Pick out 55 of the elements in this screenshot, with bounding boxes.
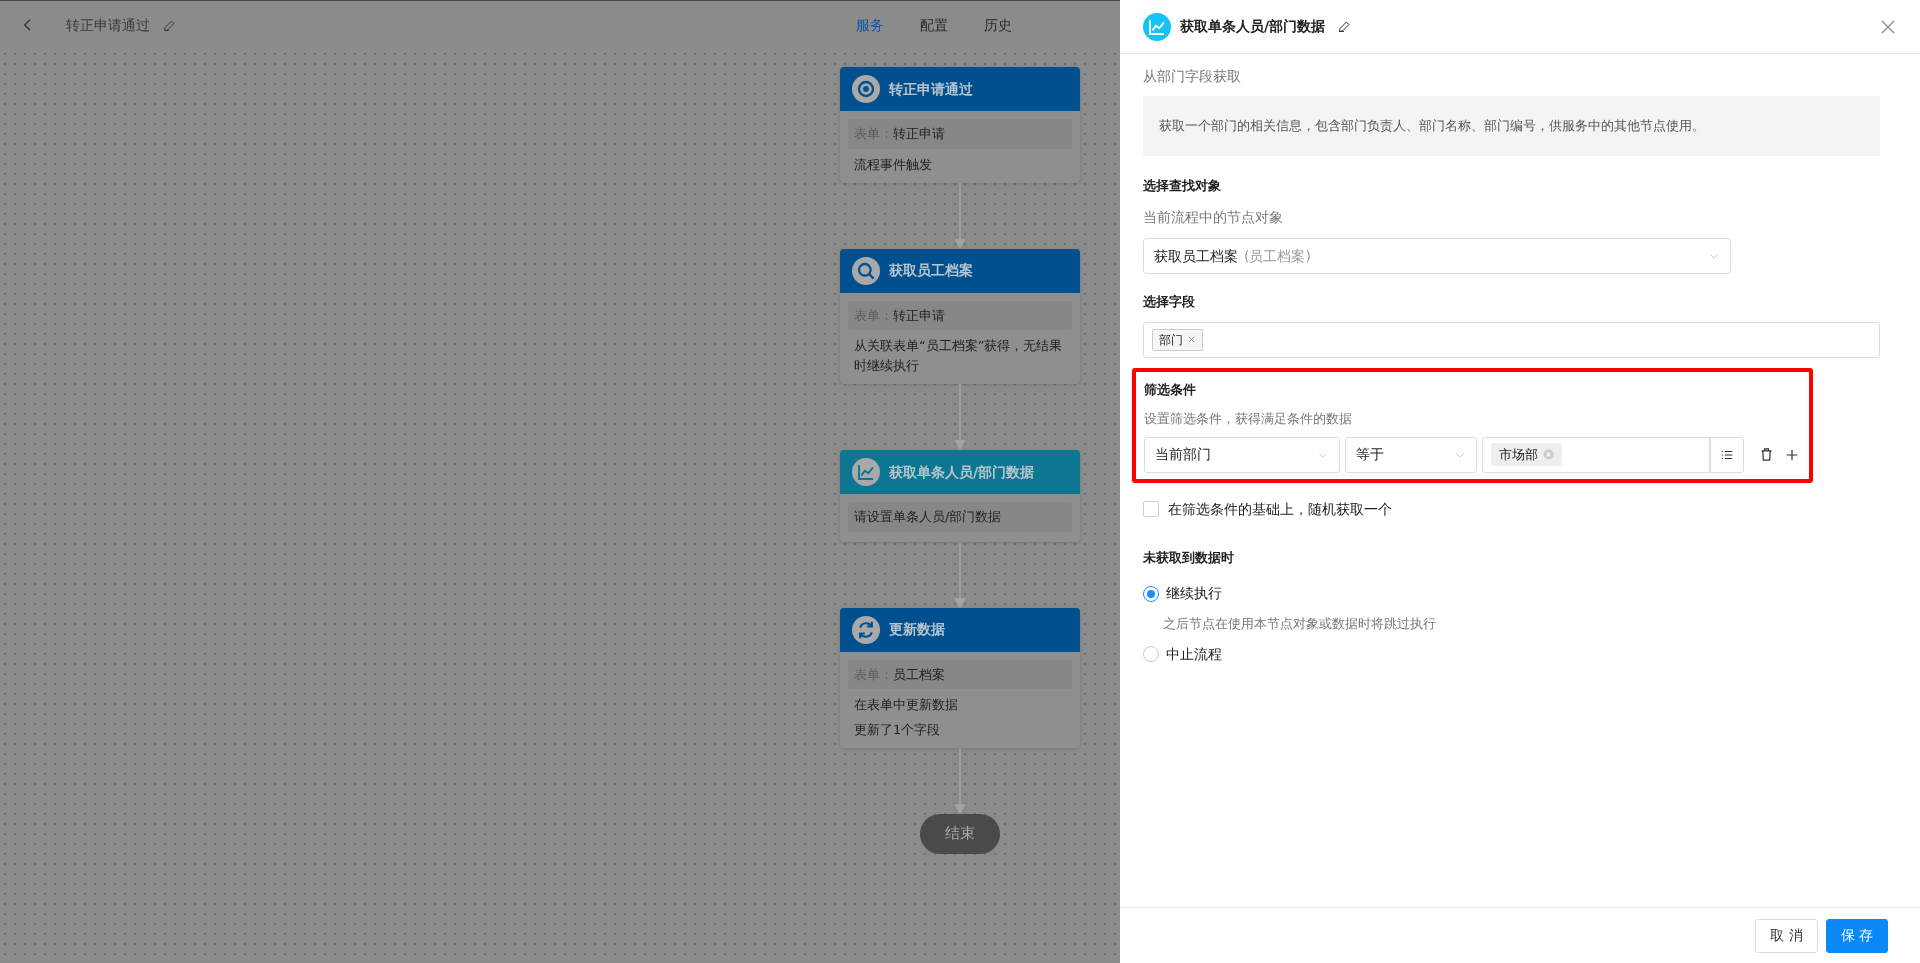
- select-value: 当前部门: [1155, 445, 1211, 464]
- target-icon: [852, 75, 880, 103]
- node-title: 更新数据: [889, 620, 945, 640]
- refresh-icon: [852, 615, 880, 644]
- tag-label: 市场部: [1499, 445, 1538, 464]
- section-title: 筛选条件: [1144, 380, 1197, 399]
- node-title: 获取单条人员/部门数据: [889, 462, 1035, 482]
- connector-arrow: [954, 541, 966, 608]
- node-description: 更新了1个字段: [853, 720, 942, 739]
- tab[interactable]: 历史: [984, 14, 1012, 36]
- tab[interactable]: 配置: [920, 14, 948, 36]
- field-select[interactable]: 部门: [1143, 321, 1880, 358]
- panel-subtitle: 从部门字段获取: [1143, 67, 1242, 86]
- list-button[interactable]: [1710, 436, 1744, 473]
- section-title: 未获取到数据时: [1143, 548, 1235, 567]
- connector-arrow: [954, 384, 966, 451]
- value-field[interactable]: 市场部: [1482, 436, 1710, 473]
- checkbox[interactable]: [1143, 501, 1159, 517]
- close-icon[interactable]: [1187, 335, 1196, 344]
- description-text: 获取一个部门的相关信息，包含部门负责人、部门名称、部门编号，供服务中的其他节点使用。: [1143, 96, 1880, 156]
- object-select[interactable]: 获取员工档案 (员工档案): [1143, 238, 1731, 274]
- save-button[interactable]: 保 存: [1825, 918, 1888, 953]
- node-description: 在表单中更新数据: [853, 696, 959, 715]
- connector-arrow: [954, 182, 966, 249]
- select-value: 等于: [1356, 445, 1384, 464]
- operator-select[interactable]: 等于: [1345, 436, 1477, 473]
- node-description: 流程事件触发: [853, 155, 933, 174]
- end-node: 结束: [920, 813, 1000, 854]
- section-hint: 设置筛选条件，获得满足条件的数据: [1144, 410, 1353, 428]
- node-title: 转正申请通过: [889, 79, 973, 99]
- connector-arrow: [954, 747, 966, 814]
- section-hint: 当前流程中的节点对象: [1143, 208, 1284, 227]
- option-hint: 之后节点在使用本节点对象或数据时将跳过执行: [1163, 615, 1437, 633]
- section-title: 选择字段: [1143, 293, 1196, 311]
- line-chart-icon: [1143, 12, 1171, 41]
- select-note: (员工档案): [1244, 247, 1311, 264]
- field-select[interactable]: 当前部门: [1144, 436, 1340, 473]
- node-title: 获取员工档案: [889, 261, 973, 281]
- line-chart-icon: [852, 458, 880, 487]
- edit-icon[interactable]: [1337, 19, 1353, 34]
- checkbox-label: 在筛选条件的基础上，随机获取一个: [1168, 499, 1392, 519]
- radio-label: 继续执行: [1166, 584, 1222, 603]
- add-icon[interactable]: [1785, 447, 1799, 462]
- cancel-button[interactable]: 取 消: [1755, 918, 1818, 953]
- select-value: 获取员工档案: [1154, 247, 1238, 264]
- tag-label: 部门: [1159, 331, 1183, 349]
- panel-title: 获取单条人员/部门数据: [1180, 17, 1326, 36]
- delete-icon[interactable]: [1759, 447, 1774, 462]
- search-icon: [852, 256, 880, 285]
- radio-label: 中止流程: [1166, 644, 1222, 664]
- flow-node[interactable]: 获取单条人员/部门数据 请设置单条人员/部门数据: [840, 450, 1080, 542]
- node-description: 从关联表单“员工档案”获得，无结果时继续执行: [853, 337, 1064, 376]
- section-title: 选择查找对象: [1143, 176, 1222, 195]
- node-field: 请设置单条人员/部门数据: [848, 502, 1072, 532]
- flow-title: 转正申请通过: [66, 15, 150, 35]
